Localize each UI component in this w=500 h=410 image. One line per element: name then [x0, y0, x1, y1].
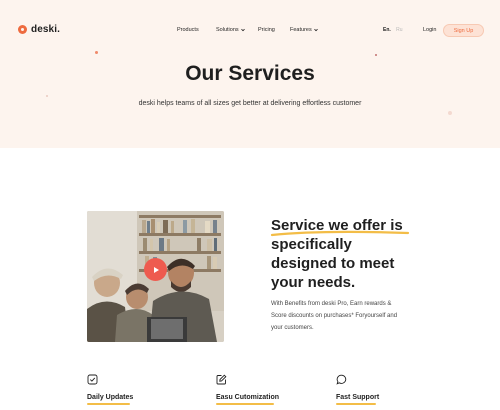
language-ru[interactable]: Ru	[396, 27, 402, 33]
chevron-down-icon	[313, 28, 318, 32]
offer-heading-line: specifically	[271, 236, 352, 253]
nav-item-pricing[interactable]: Pricing	[258, 27, 275, 33]
edit-icon	[216, 374, 227, 385]
chevron-down-icon	[240, 28, 245, 32]
feature-label: Fast Support	[336, 394, 380, 401]
checkbox-icon	[87, 374, 98, 385]
feature-label-underline	[87, 403, 130, 405]
feature-easy-customization: Easu Cutomization	[216, 374, 279, 405]
offer-heading: Service we offer is specifically designe…	[271, 216, 431, 292]
nav-item-products[interactable]: Products	[177, 27, 199, 33]
offer-text-line: your customers.	[271, 325, 314, 331]
play-video-button[interactable]	[144, 258, 167, 281]
nav-item-label: Features	[290, 27, 312, 33]
feature-daily-updates: Daily Updates	[87, 374, 133, 405]
feature-label: Daily Updates	[87, 394, 134, 401]
nav-item-solutions[interactable]: Solutions	[216, 27, 246, 33]
language-switcher: En. Ru	[383, 27, 403, 33]
offer-description: With Benefits from deski Pro, Earn rewar…	[271, 298, 411, 334]
play-icon	[153, 266, 159, 273]
decor-dot	[375, 54, 377, 56]
page-title: Our Services	[185, 62, 315, 85]
signup-label: Sign Up	[453, 27, 474, 34]
feature-label-underline	[336, 403, 376, 405]
feature-fast-support: Fast Support	[336, 374, 379, 405]
decor-dot	[448, 111, 452, 115]
hero-subtitle: deski helps teams of all sizes get bette…	[138, 100, 362, 107]
nav-item-label: Pricing	[258, 27, 275, 33]
login-link[interactable]: Login	[423, 27, 436, 33]
nav-item-label: Products	[177, 27, 199, 33]
nav-item-label: Solutions	[216, 27, 239, 33]
offer-text-line: Score discounts on purchases* Foryoursel…	[271, 313, 398, 319]
signup-button[interactable]: Sign Up	[443, 24, 484, 37]
nav-item-features[interactable]: Features	[290, 27, 319, 33]
offer-text-line: With Benefits from deski Pro, Earn rewar…	[271, 301, 392, 307]
chat-bubble-icon	[336, 374, 347, 385]
feature-label-underline	[216, 403, 274, 405]
offer-heading-line: your needs.	[271, 274, 356, 291]
language-en[interactable]: En.	[383, 27, 391, 33]
decor-dot	[46, 95, 48, 97]
decor-dot	[95, 51, 98, 54]
offer-heading-line: Service we offer is	[271, 217, 403, 234]
feature-label: Easu Cutomization	[216, 394, 280, 401]
offer-heading-line: designed to meet	[271, 255, 395, 272]
